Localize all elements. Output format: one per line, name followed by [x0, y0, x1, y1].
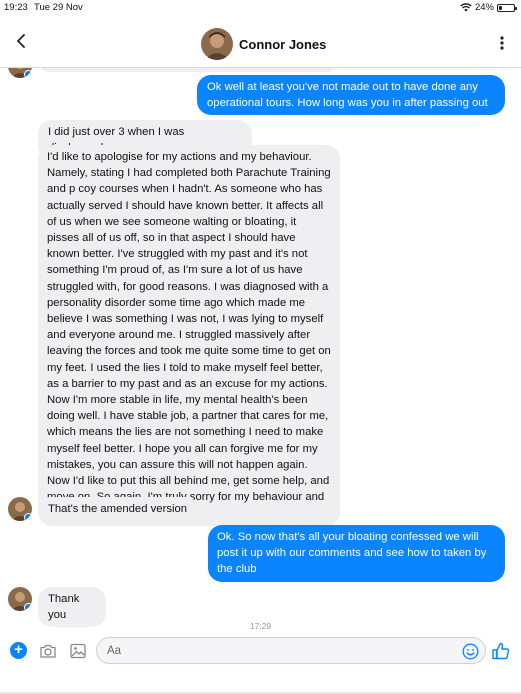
message-text: I'd like to apologise for my actions and…: [47, 151, 331, 519]
plus-icon[interactable]: +: [10, 642, 27, 659]
contact-avatar-small: [8, 497, 32, 521]
message-input-field[interactable]: [96, 637, 486, 664]
contact-avatar-small: [8, 587, 32, 611]
status-bar: 19:23 Tue 29 Nov 24%: [0, 0, 521, 16]
message-text: That's the amended version: [48, 503, 188, 515]
wifi-icon: [460, 3, 472, 12]
messenger-badge: [24, 513, 32, 521]
message-bubble-outgoing[interactable]: Ok. So now that's all your bloating conf…: [208, 525, 505, 582]
message-bubble-incoming[interactable]: That's the amended version: [38, 497, 198, 522]
battery-level: [499, 5, 503, 10]
messenger-badge: [24, 603, 32, 611]
gallery-icon[interactable]: [69, 642, 87, 660]
contact-avatar[interactable]: [201, 28, 233, 60]
back-button[interactable]: [10, 30, 32, 52]
message-text: Ok. So now that's all your bloating conf…: [217, 531, 487, 576]
status-right: 24%: [460, 2, 517, 13]
contact-avatar-small: [8, 68, 32, 78]
message-bubble-incoming[interactable]: I'd like to apologise for my actions and…: [38, 145, 340, 526]
contact-name[interactable]: Connor Jones: [239, 37, 326, 52]
message-composer: +: [0, 634, 521, 694]
back-icon: [17, 34, 25, 48]
emoji-icon[interactable]: [462, 643, 479, 660]
message-timestamp: 17:29: [249, 621, 272, 631]
message-bubble-partial: [38, 68, 338, 72]
message-text: Thank you: [48, 593, 80, 622]
battery-icon: [497, 3, 517, 12]
status-time: 19:23: [4, 2, 28, 13]
battery-percent: 24%: [474, 2, 494, 13]
avatar-photo: [201, 28, 233, 60]
status-date: Tue 29 Nov: [34, 2, 83, 13]
message-input[interactable]: [107, 642, 447, 660]
conversation-header: Connor Jones: [0, 16, 521, 68]
camera-icon[interactable]: [39, 642, 57, 660]
message-bubble-outgoing[interactable]: Ok well at least you've not made out to …: [197, 75, 505, 116]
message-thread[interactable]: Ok well at least you've not made out to …: [0, 68, 521, 634]
message-text: Ok well at least you've not made out to …: [207, 81, 488, 110]
messenger-badge: [24, 70, 32, 78]
more-icon[interactable]: [497, 33, 507, 53]
like-icon[interactable]: [491, 641, 511, 661]
